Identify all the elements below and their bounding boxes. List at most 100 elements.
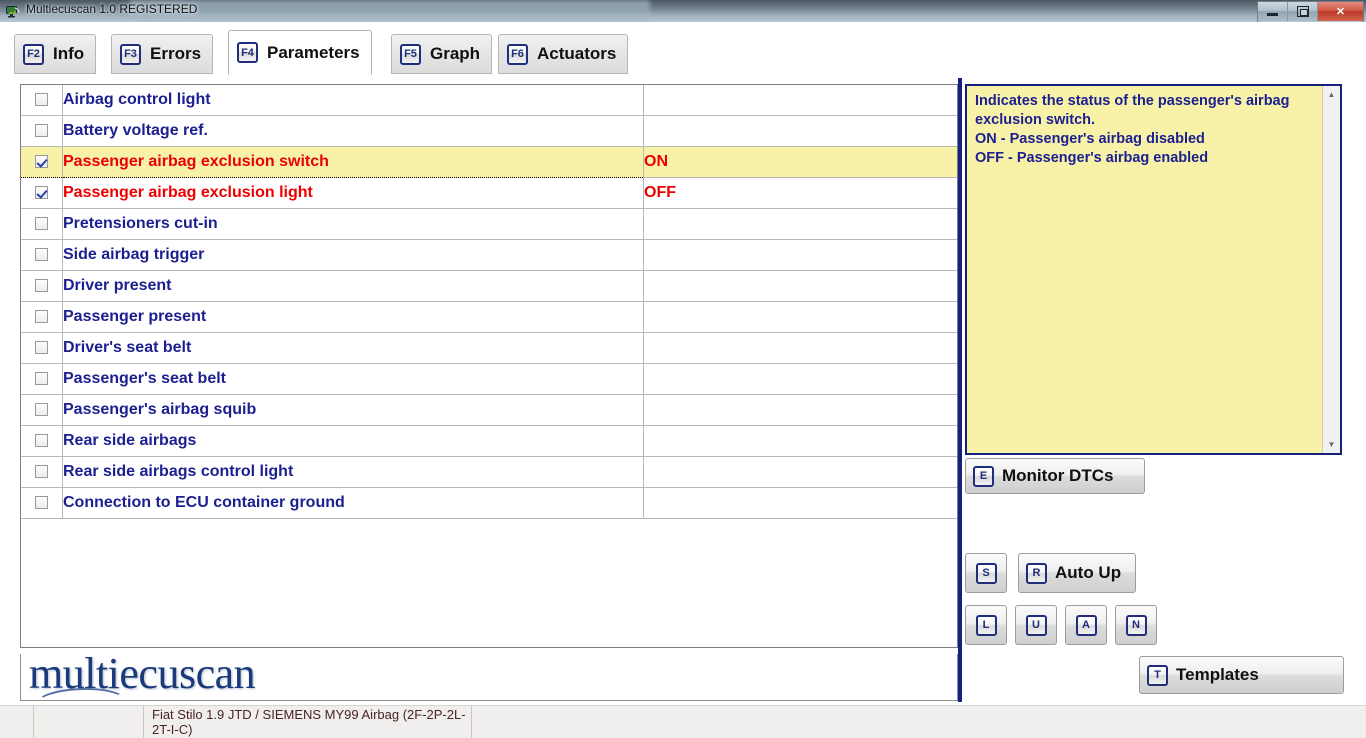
parameter-name-cell[interactable]: Battery voltage ref. xyxy=(62,115,644,147)
row-checkbox-cell[interactable] xyxy=(21,394,63,426)
parameter-name-cell[interactable]: Rear side airbags control light xyxy=(62,456,644,488)
parameter-name-cell[interactable]: Connection to ECU container ground xyxy=(62,487,644,519)
table-row[interactable]: Passenger's seat belt xyxy=(21,363,957,395)
scroll-up-icon[interactable]: ▲ xyxy=(1323,86,1340,103)
parameter-value-cell xyxy=(643,115,957,147)
load-button[interactable]: L xyxy=(965,605,1007,645)
parameter-name-cell[interactable]: Pretensioners cut-in xyxy=(62,208,644,240)
scroll-down-icon[interactable]: ▼ xyxy=(1323,436,1340,453)
checkbox-icon[interactable] xyxy=(35,372,48,386)
row-checkbox-cell[interactable] xyxy=(21,239,63,271)
row-checkbox-cell[interactable] xyxy=(21,270,63,302)
parameter-name-cell[interactable]: Side airbag trigger xyxy=(62,239,644,271)
parameter-name-cell[interactable]: Rear side airbags xyxy=(62,425,644,457)
checkbox-icon[interactable] xyxy=(35,279,48,293)
table-row[interactable]: Rear side airbags control light xyxy=(21,456,957,488)
table-row[interactable]: Driver present xyxy=(21,270,957,302)
auto-up-key-icon: R xyxy=(1026,562,1047,584)
row-checkbox-cell[interactable] xyxy=(21,332,63,364)
row-checkbox-cell[interactable] xyxy=(21,425,63,457)
checkbox-icon[interactable] xyxy=(35,465,48,479)
checkbox-icon[interactable] xyxy=(35,434,48,448)
checkbox-icon[interactable] xyxy=(35,155,48,169)
parameter-name: Rear side airbags xyxy=(63,432,197,449)
row-checkbox-cell[interactable] xyxy=(21,208,63,240)
row-checkbox-cell[interactable] xyxy=(21,456,63,488)
table-row[interactable]: Battery voltage ref. xyxy=(21,115,957,147)
title-bar: Multiecuscan 1.0 REGISTERED ✕ xyxy=(0,0,1366,22)
tab-errors[interactable]: F3 Errors xyxy=(111,34,214,74)
table-row[interactable]: Connection to ECU container ground xyxy=(21,487,957,519)
checkbox-icon[interactable] xyxy=(35,124,48,138)
parameter-value-cell xyxy=(643,363,957,395)
row-checkbox-cell[interactable] xyxy=(21,146,63,178)
n-button[interactable]: N xyxy=(1115,605,1157,645)
checkbox-icon[interactable] xyxy=(35,341,48,355)
parameter-name-cell[interactable]: Passenger's seat belt xyxy=(62,363,644,395)
checkbox-icon[interactable] xyxy=(35,248,48,262)
main-content: Airbag control light Battery voltage ref.… xyxy=(0,76,1366,705)
help-scrollbar[interactable]: ▲ ▼ xyxy=(1322,86,1340,453)
save-button[interactable]: S xyxy=(965,553,1007,593)
table-row[interactable]: Passenger present xyxy=(21,301,957,333)
checkbox-icon[interactable] xyxy=(35,186,48,200)
monitor-dtcs-button[interactable]: E Monitor DTCs xyxy=(965,458,1145,494)
status-cell-2 xyxy=(34,706,144,738)
tab-key-icon-f2: F2 xyxy=(23,43,44,65)
tab-graph[interactable]: F5 Graph xyxy=(391,34,493,74)
checkbox-icon[interactable] xyxy=(35,310,48,324)
row-checkbox-cell[interactable] xyxy=(21,301,63,333)
table-row[interactable]: Airbag control light xyxy=(21,85,957,116)
table-row[interactable]: Pretensioners cut-in xyxy=(21,208,957,240)
table-row[interactable]: Passenger's airbag squib xyxy=(21,394,957,426)
parameter-name-cell[interactable]: Driver's seat belt xyxy=(62,332,644,364)
monitor-dtcs-label: Monitor DTCs xyxy=(1002,466,1114,485)
checkbox-icon[interactable] xyxy=(35,403,48,417)
tab-label: Parameters xyxy=(267,42,360,62)
table-row[interactable]: Rear side airbags xyxy=(21,425,957,457)
minimize-button[interactable] xyxy=(1258,2,1288,21)
parameter-value-cell xyxy=(643,394,957,426)
up-button[interactable]: U xyxy=(1015,605,1057,645)
parameter-name-cell[interactable]: Passenger present xyxy=(62,301,644,333)
parameter-value-cell xyxy=(643,208,957,240)
parameter-value-cell xyxy=(643,301,957,333)
close-button[interactable]: ✕ xyxy=(1318,2,1363,21)
row-checkbox-cell[interactable] xyxy=(21,177,63,209)
parameter-name-cell[interactable]: Passenger airbag exclusion switch xyxy=(62,146,644,178)
table-row[interactable]: Passenger airbag exclusion light OFF xyxy=(21,177,957,209)
tab-actuators[interactable]: F6 Actuators xyxy=(498,34,629,74)
checkbox-icon[interactable] xyxy=(35,93,48,107)
parameter-value-cell xyxy=(643,425,957,457)
maximize-restore-button[interactable] xyxy=(1288,2,1318,21)
parameter-name-cell[interactable]: Airbag control light xyxy=(62,85,644,116)
tab-label: Actuators xyxy=(537,44,617,63)
table-row[interactable]: Driver's seat belt xyxy=(21,332,957,364)
tab-key-icon-f6: F6 xyxy=(507,43,528,65)
tab-info[interactable]: F2 Info xyxy=(14,34,97,74)
row-checkbox-cell[interactable] xyxy=(21,363,63,395)
auto-up-button[interactable]: R Auto Up xyxy=(1018,553,1136,593)
table-row[interactable]: Passenger airbag exclusion switch ON xyxy=(21,146,957,178)
parameter-name: Airbag control light xyxy=(63,91,211,108)
row-checkbox-cell[interactable] xyxy=(21,115,63,147)
parameter-name: Driver's seat belt xyxy=(63,339,192,356)
checkbox-icon[interactable] xyxy=(35,496,48,510)
templates-button[interactable]: T Templates xyxy=(1139,656,1344,694)
branding-strip: multiecuscan xyxy=(20,654,958,701)
parameter-name-cell[interactable]: Driver present xyxy=(62,270,644,302)
help-text: Indicates the status of the passenger's … xyxy=(975,93,1290,166)
status-bar: Fiat Stilo 1.9 JTD / SIEMENS MY99 Airbag… xyxy=(0,705,1366,738)
tab-label: Info xyxy=(53,44,85,63)
templates-label: Templates xyxy=(1176,665,1259,684)
parameter-name-cell[interactable]: Passenger airbag exclusion light xyxy=(62,177,644,209)
tab-parameters[interactable]: F4 Parameters xyxy=(228,30,372,75)
parameter-name-cell[interactable]: Passenger's airbag squib xyxy=(62,394,644,426)
row-checkbox-cell[interactable] xyxy=(21,487,63,519)
tab-key-icon-f3: F3 xyxy=(120,43,141,65)
checkbox-icon[interactable] xyxy=(35,217,48,231)
row-checkbox-cell[interactable] xyxy=(21,85,63,116)
parameter-grid[interactable]: Airbag control light Battery voltage ref.… xyxy=(20,84,958,648)
a-button[interactable]: A xyxy=(1065,605,1107,645)
table-row[interactable]: Side airbag trigger xyxy=(21,239,957,271)
